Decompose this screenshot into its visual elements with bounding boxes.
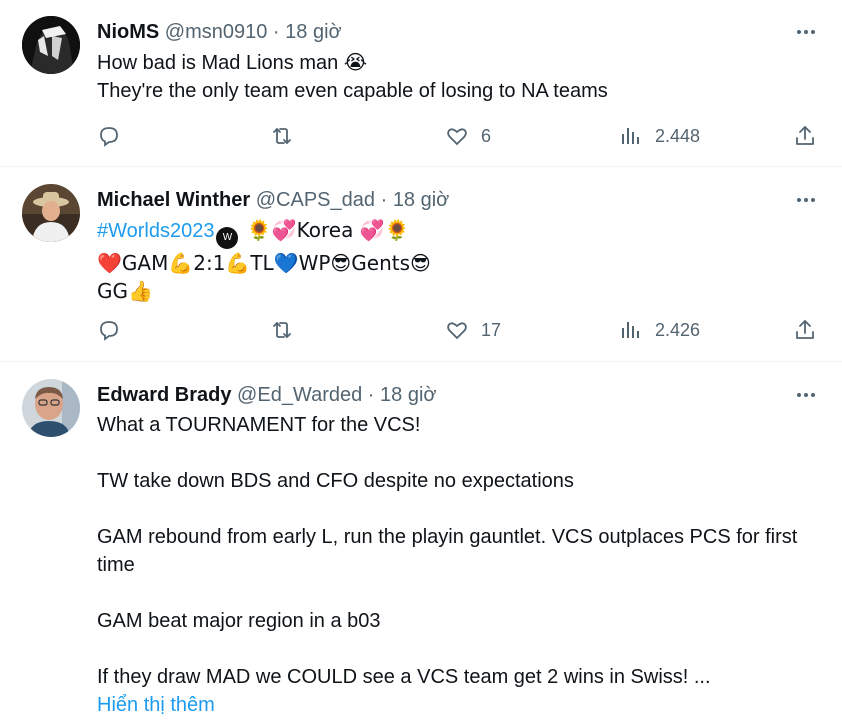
hashtag-link[interactable]: #Worlds2023: [97, 220, 214, 242]
tweet-text: #Worlds2023 W 🌻💞Korea 💞🌻 ❤️GAM💪2:1💪TL💙WP😎…: [97, 216, 812, 305]
view-count: 2.426: [655, 319, 701, 340]
more-icon: [797, 198, 801, 202]
separator-dot: ·: [272, 21, 280, 43]
tweet-text: What a TOURNAMENT for the VCS! TW take d…: [97, 411, 812, 719]
more-options-button[interactable]: [792, 190, 820, 210]
share-icon: [796, 320, 814, 339]
share-button[interactable]: [793, 121, 817, 151]
author-name[interactable]: Edward Brady: [97, 384, 231, 406]
like-button[interactable]: 6: [445, 121, 491, 151]
author-handle[interactable]: @Ed_Warded: [237, 384, 362, 406]
tweet-header: Edward Brady @Ed_Warded · 18 giờ: [97, 382, 437, 408]
more-icon: [797, 393, 801, 397]
views-icon: [622, 322, 639, 338]
author-handle[interactable]: @msn0910: [165, 21, 268, 43]
tweet-line: They're the only team even capable of lo…: [97, 80, 608, 102]
tweet-header: Michael Winther @CAPS_dad · 18 giờ: [97, 187, 449, 213]
tweet-line-text: 🌻💞Korea 💞🌻: [240, 218, 410, 242]
tweet-header: NioMS @msn0910 · 18 giờ: [97, 19, 342, 45]
heart-icon: [447, 322, 467, 340]
retweet-button[interactable]: [270, 315, 294, 345]
tweet-line: GG👍: [97, 279, 153, 303]
worlds-logo-icon: W: [216, 227, 239, 249]
author-handle[interactable]: @CAPS_dad: [256, 189, 375, 211]
reply-icon: [100, 321, 118, 341]
tweet-paragraph: If they draw MAD we COULD see a VCS team…: [97, 666, 711, 688]
tweet-paragraph: GAM rebound from early L, run the playin…: [97, 526, 798, 576]
tweet-paragraph: What a TOURNAMENT for the VCS!: [97, 414, 421, 436]
tweet-line: ❤️GAM💪2:1💪TL💙WP😎Gents😎: [97, 251, 431, 275]
separator-dot: ·: [380, 189, 388, 211]
view-count: 2.448: [655, 125, 701, 146]
retweet-icon: [273, 322, 291, 338]
tweet-actions: 6 2.448: [97, 121, 819, 151]
heart-icon: [447, 128, 467, 146]
tweet-line: #Worlds2023 W 🌻💞Korea 💞🌻: [97, 216, 812, 249]
retweet-icon: [273, 128, 291, 144]
avatar[interactable]: [22, 184, 80, 242]
author-name[interactable]: Michael Winther: [97, 189, 250, 211]
views-button[interactable]: 2.448: [619, 121, 700, 151]
tweet[interactable]: NioMS @msn0910 · 18 giờ How bad is Mad L…: [0, 0, 842, 167]
show-more-link[interactable]: Hiển thị thêm: [97, 691, 812, 719]
reply-icon: [100, 127, 118, 147]
timestamp[interactable]: 18 giờ: [393, 189, 449, 211]
separator-dot: ·: [367, 384, 375, 406]
tweet[interactable]: Edward Brady @Ed_Warded · 18 giờ What a …: [0, 362, 842, 723]
tweet-paragraph: TW take down BDS and CFO despite no expe…: [97, 470, 574, 492]
views-button[interactable]: 2.426: [619, 315, 700, 345]
tweet[interactable]: Michael Winther @CAPS_dad · 18 giờ #Worl…: [0, 167, 842, 362]
avatar[interactable]: [22, 379, 80, 437]
retweet-button[interactable]: [270, 121, 294, 151]
like-count: 6: [481, 125, 492, 146]
author-name[interactable]: NioMS: [97, 21, 159, 43]
views-icon: [622, 128, 639, 144]
share-icon: [796, 126, 814, 145]
tweet-paragraph: GAM beat major region in a b03: [97, 610, 381, 632]
like-button[interactable]: 17: [445, 315, 501, 345]
avatar[interactable]: [22, 16, 80, 74]
tweet-line: How bad is Mad Lions man 😭: [97, 52, 368, 74]
tweet-text: How bad is Mad Lions man 😭 They're the o…: [97, 49, 812, 105]
more-options-button[interactable]: [792, 22, 820, 42]
reply-button[interactable]: [97, 315, 121, 345]
like-count: 17: [481, 319, 502, 340]
tweet-actions: 17 2.426: [97, 315, 819, 345]
more-icon: [797, 30, 801, 34]
share-button[interactable]: [793, 315, 817, 345]
more-options-button[interactable]: [792, 385, 820, 405]
timestamp[interactable]: 18 giờ: [285, 21, 341, 43]
reply-button[interactable]: [97, 121, 121, 151]
timestamp[interactable]: 18 giờ: [380, 384, 436, 406]
